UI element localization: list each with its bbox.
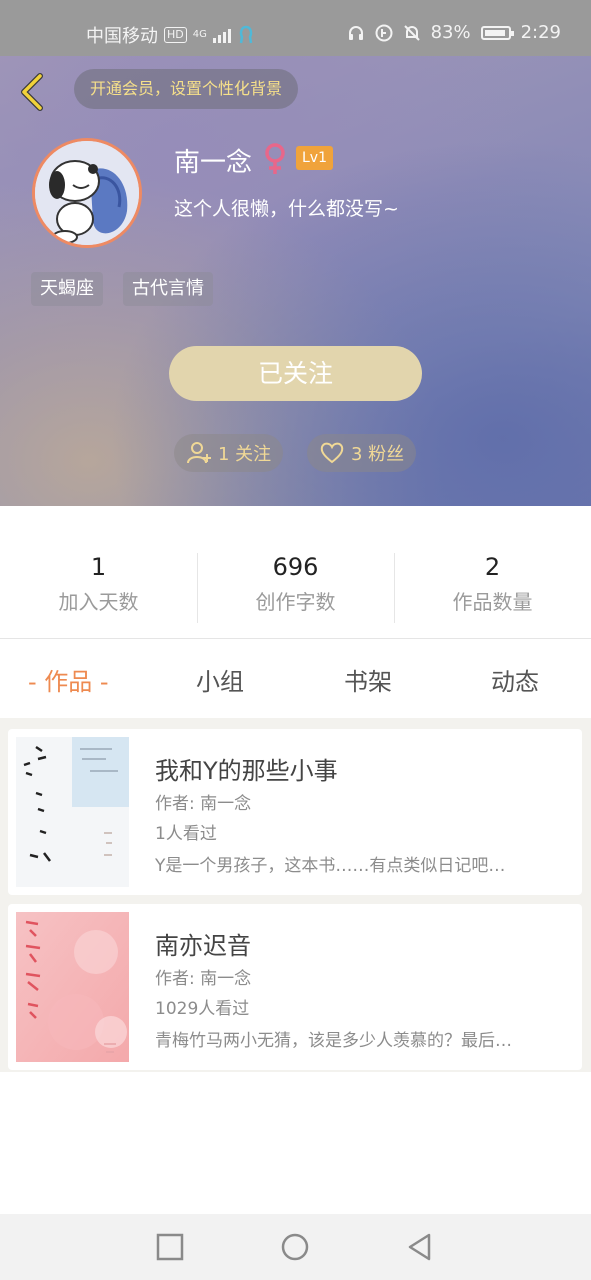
home-icon[interactable] xyxy=(280,1232,310,1262)
back-arrow-icon[interactable] xyxy=(16,72,48,112)
mute-bell-icon xyxy=(403,24,420,41)
stat-join-days: 1 加入天数 xyxy=(0,545,197,629)
hd-icon: HD xyxy=(164,27,187,43)
heart-icon xyxy=(320,442,344,464)
following-count[interactable]: 1 关注 xyxy=(174,434,284,472)
tab-activity[interactable]: 动态 xyxy=(491,660,539,704)
signal-icon xyxy=(212,27,231,43)
stat-label: 作品数量 xyxy=(452,590,533,614)
book-description: 青梅竹马两小无猜，该是多少人羡慕的？最后… xyxy=(155,1031,512,1051)
back-icon[interactable] xyxy=(405,1232,435,1262)
female-icon xyxy=(265,143,285,174)
avatar[interactable] xyxy=(32,138,142,248)
list-item[interactable]: 我和Y的那些小事 作者: 南一念 1人看过 Y是一个男孩子，这本书……有点类似日… xyxy=(8,729,582,895)
book-cover-image xyxy=(16,912,129,1062)
stat-works-count: 2 作品数量 xyxy=(394,545,591,629)
book-cover-image xyxy=(16,737,129,887)
list-item[interactable]: 南亦迟音 作者: 南一念 1029人看过 青梅竹马两小无猜，该是多少人羡慕的？最… xyxy=(8,904,582,1070)
tag-zodiac: 天蝎座 xyxy=(31,272,103,306)
book-title: 我和Y的那些小事 xyxy=(155,757,338,785)
system-nav-bar xyxy=(0,1214,591,1280)
stat-label: 创作字数 xyxy=(255,590,336,614)
stats-row: 1 加入天数 696 创作字数 2 作品数量 xyxy=(0,545,591,629)
fans-count[interactable]: 3 粉丝 xyxy=(307,434,417,472)
book-cover[interactable] xyxy=(16,737,129,887)
level-badge: Lv1 xyxy=(296,146,333,170)
tab-groups[interactable]: 小组 xyxy=(196,660,244,704)
user-add-icon xyxy=(187,442,211,464)
book-views: 1029人看过 xyxy=(155,999,250,1019)
tab-works[interactable]: - 作品 - xyxy=(28,660,109,704)
status-left: 中国移动 HD 4G xyxy=(86,22,255,48)
book-cover[interactable] xyxy=(16,912,129,1062)
profile-header: 开通会员，设置个性化背景 南一念 Lv1 这个人很懒，什么都没写~ 天蝎座 古代… xyxy=(0,56,591,506)
stat-value: 696 xyxy=(272,553,319,581)
book-views: 1人看过 xyxy=(155,824,217,844)
following-label: 1 关注 xyxy=(218,444,272,465)
tag-genre: 古代言情 xyxy=(123,272,213,306)
headphones-icon xyxy=(348,25,363,40)
works-list: 我和Y的那些小事 作者: 南一念 1人看过 Y是一个男孩子，这本书……有点类似日… xyxy=(0,718,591,1072)
stat-value: 1 xyxy=(90,553,107,581)
followed-button[interactable]: 已关注 xyxy=(169,346,422,401)
fans-label: 3 粉丝 xyxy=(351,444,405,465)
recent-apps-icon[interactable] xyxy=(155,1232,185,1262)
stat-value: 2 xyxy=(484,553,501,581)
profile-tabs: - 作品 - 小组 书架 动态 xyxy=(0,660,591,704)
stat-label: 加入天数 xyxy=(58,590,139,614)
status-right: 83% 2:29 xyxy=(347,22,561,43)
battery-icon xyxy=(480,25,514,40)
carrier-name: 中国移动 xyxy=(86,26,158,47)
username: 南一念 xyxy=(174,148,253,178)
vip-background-prompt[interactable]: 开通会员，设置个性化背景 xyxy=(74,69,299,109)
bio: 这个人很懒，什么都没写~ xyxy=(174,198,399,220)
book-author: 作者: 南一念 xyxy=(155,794,252,814)
book-title: 南亦迟音 xyxy=(155,932,251,960)
battery-percent: 83% xyxy=(430,22,471,43)
divider xyxy=(0,638,591,639)
assistant-icon xyxy=(239,25,253,44)
book-description: Y是一个男孩子，这本书……有点类似日记吧… xyxy=(155,856,506,876)
hd-call-icon xyxy=(375,24,393,41)
network-type: 4G xyxy=(192,29,207,40)
avatar-snoopy-image xyxy=(35,141,139,245)
book-author: 作者: 南一念 xyxy=(155,969,252,989)
stat-word-count: 696 创作字数 xyxy=(197,545,394,629)
clock: 2:29 xyxy=(520,22,561,43)
tab-bookshelf[interactable]: 书架 xyxy=(344,660,392,704)
